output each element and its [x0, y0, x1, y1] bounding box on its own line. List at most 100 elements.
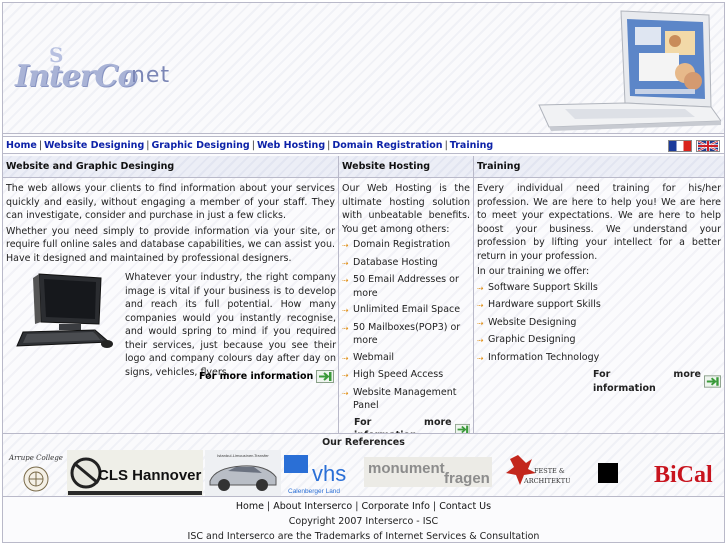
top-navigation-bar: Home | Website Designing | Graphic Designing… [3, 136, 724, 154]
footer-separator: | [355, 501, 359, 512]
list-item: ⇢ 50 Email Addresses or more [342, 273, 470, 300]
page-frame: S InterCo .net Home | Website Designing | Gr… [2, 2, 725, 543]
hosting-item-label: High Speed Access [353, 369, 444, 380]
footer-contact-link[interactable]: Contact Us [439, 501, 491, 512]
list-item: ⇢ Database Hosting [342, 256, 470, 271]
list-item: ⇢ Graphic Designing [477, 333, 721, 348]
nav-domain-registration[interactable]: Domain Registration [332, 140, 442, 151]
nav-separator: | [251, 140, 255, 151]
design-column-title: Website and Graphic Desinging [3, 156, 338, 178]
bullet-arrow-icon: ⇢ [477, 301, 484, 310]
list-item: ⇢ Website Designing [477, 316, 721, 331]
hosting-item-label: Domain Registration [353, 239, 451, 250]
training-item-label: Software Support Skills [488, 281, 598, 293]
main-nav: Home | Website Designing | Graphic Designing… [6, 140, 493, 151]
training-column-title: Training [474, 156, 724, 178]
hosting-item-label: Website Management Panel [353, 386, 457, 412]
training-item-label: Information Technology [488, 351, 600, 363]
list-item: ⇢ Website Management Panel [342, 386, 470, 413]
cls-hannover-logo[interactable]: CLS Hannover [67, 450, 203, 496]
nav-separator: | [444, 140, 448, 151]
cls-hannover-logo-image: CLS Hannover [68, 457, 202, 495]
footer-separator: | [267, 501, 271, 512]
arrupe-college-logo[interactable]: Arrupe College [7, 450, 65, 496]
uk-flag-icon[interactable] [696, 140, 720, 152]
bullet-arrow-icon: ⇢ [342, 276, 349, 285]
black-square-shape [598, 463, 618, 483]
hosting-column-title: Website Hosting [339, 156, 473, 178]
bullet-arrow-icon: ⇢ [477, 283, 484, 293]
bullet-arrow-icon: ⇢ [477, 318, 484, 328]
design-paragraph-3: Whatever your industry, the right compan… [125, 272, 336, 378]
hosting-item-label: 50 Email Addresses or more [353, 274, 459, 299]
bullet-arrow-icon: ⇢ [342, 241, 349, 250]
logo-main-text: InterCo [15, 59, 137, 94]
limousine-transfer-logo[interactable]: Istanbul-Limousinen-Transfer [205, 450, 281, 496]
feste-architektur-logo-image: FESTE & ARCHITEKTUR [506, 455, 570, 485]
nav-website-designing[interactable]: Website Designing [44, 140, 144, 151]
vhs-text: vhs [312, 461, 346, 486]
monument-fragen-logo-image: monument fragen [364, 457, 492, 487]
french-flag-icon[interactable] [668, 140, 692, 152]
training-column-body: Every individual need training for his/h… [474, 178, 724, 395]
black-square-logo[interactable] [593, 450, 623, 496]
bical-logo-image: BiCal [654, 462, 713, 488]
list-item: ⇢ Information Technology [477, 351, 721, 366]
nav-training[interactable]: Training [450, 140, 493, 151]
computer-image [16, 273, 113, 348]
footer-links: Home | About Interserco | Corporate Info… [3, 499, 724, 514]
bullet-arrow-icon: ⇢ [342, 306, 349, 315]
footer-corporate-info-link[interactable]: Corporate Info [361, 501, 430, 512]
green-arrow-icon [703, 375, 721, 388]
monument-fragen-logo[interactable]: monument fragen [363, 450, 493, 496]
limousine-transfer-logo-image: Istanbul-Limousinen-Transfer [209, 454, 277, 491]
nav-graphic-designing[interactable]: Graphic Designing [151, 140, 249, 151]
footer-about-link[interactable]: About Interserco [273, 501, 352, 512]
training-more-info-link[interactable]: For more information [593, 368, 721, 395]
bullet-arrow-icon: ⇢ [342, 323, 349, 333]
list-item: ⇢ Webmail [342, 351, 470, 366]
list-item: ⇢ High Speed Access [342, 368, 470, 383]
list-item: ⇢ Domain Registration [342, 238, 470, 253]
footer-separator: | [432, 501, 437, 512]
training-column: Training Every individual need training … [474, 156, 724, 433]
monument-text: monument [368, 460, 445, 477]
feste-text: FESTE & [534, 467, 565, 475]
nav-separator: | [38, 140, 43, 151]
bullet-arrow-icon: ⇢ [342, 353, 349, 363]
bical-text: BiCal [654, 462, 713, 488]
nav-home[interactable]: Home [6, 140, 37, 151]
bical-logo[interactable]: BiCal [651, 450, 719, 496]
content-columns: Website and Graphic Desinging The web al… [3, 156, 724, 441]
trademark-text: ISC and Interserco are the Trademarks of… [187, 531, 540, 542]
fragen-text: fragen [444, 470, 490, 487]
bullet-arrow-icon: ⇢ [342, 258, 349, 268]
training-item-label: Website Designing [488, 316, 577, 328]
bullet-arrow-icon: ⇢ [342, 371, 349, 380]
limousine-transfer-text: Istanbul-Limousinen-Transfer [217, 454, 269, 458]
logo-suffix-text: .net [123, 63, 171, 88]
list-item: ⇢ 50 Mailboxes(POP3) or more [342, 321, 470, 348]
hosting-item-label: Database Hosting [353, 256, 438, 268]
vhs-sub-text: Calenberger Land [288, 488, 340, 495]
footer: Home | About Interserco | Corporate Info… [3, 499, 724, 544]
arrupe-college-logo-image: Arrupe College [8, 454, 63, 492]
header-banner: S InterCo .net [3, 3, 724, 134]
footer-home-link[interactable]: Home [236, 501, 264, 512]
design-more-info-label: For more information [199, 371, 314, 382]
list-item: ⇢ Software Support Skills [477, 281, 721, 296]
site-logo[interactable]: S InterCo .net [15, 43, 185, 94]
nav-web-hosting[interactable]: Web Hosting [257, 140, 325, 151]
bullet-arrow-icon: ⇢ [342, 388, 349, 398]
design-paragraph-1: The web allows your clients to find info… [6, 183, 335, 221]
feste-architektur-logo[interactable]: FESTE & ARCHITEKTUR [501, 450, 571, 496]
training-item-label: Graphic Designing [488, 334, 576, 345]
hosting-item-label: 50 Mailboxes(POP3) or more [353, 321, 461, 347]
architektur-text: ARCHITEKTUR [523, 477, 570, 485]
list-item: ⇢ Unlimited Email Space [342, 303, 470, 318]
training-intro: Every individual need training for his/h… [477, 183, 721, 262]
cls-hannover-text: CLS Hannover [98, 467, 202, 484]
vhs-calenberger-land-logo[interactable]: vhs Calenberger Land [283, 450, 359, 496]
design-more-info-link[interactable]: For more information [199, 370, 335, 383]
bullet-arrow-icon: ⇢ [477, 336, 484, 345]
